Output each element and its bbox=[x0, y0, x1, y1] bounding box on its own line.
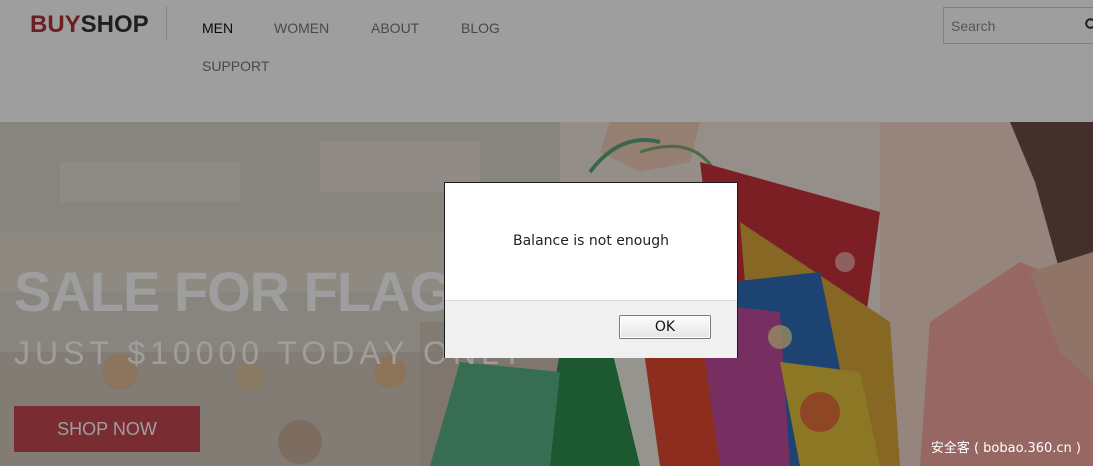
watermark-text: 安全客 ( bobao.360.cn ) bbox=[930, 441, 1081, 456]
alert-dialog: Balance is not enough OK bbox=[444, 182, 738, 358]
ok-button[interactable]: OK bbox=[619, 315, 711, 339]
alert-footer: OK bbox=[445, 300, 737, 358]
alert-message: Balance is not enough bbox=[513, 233, 669, 249]
